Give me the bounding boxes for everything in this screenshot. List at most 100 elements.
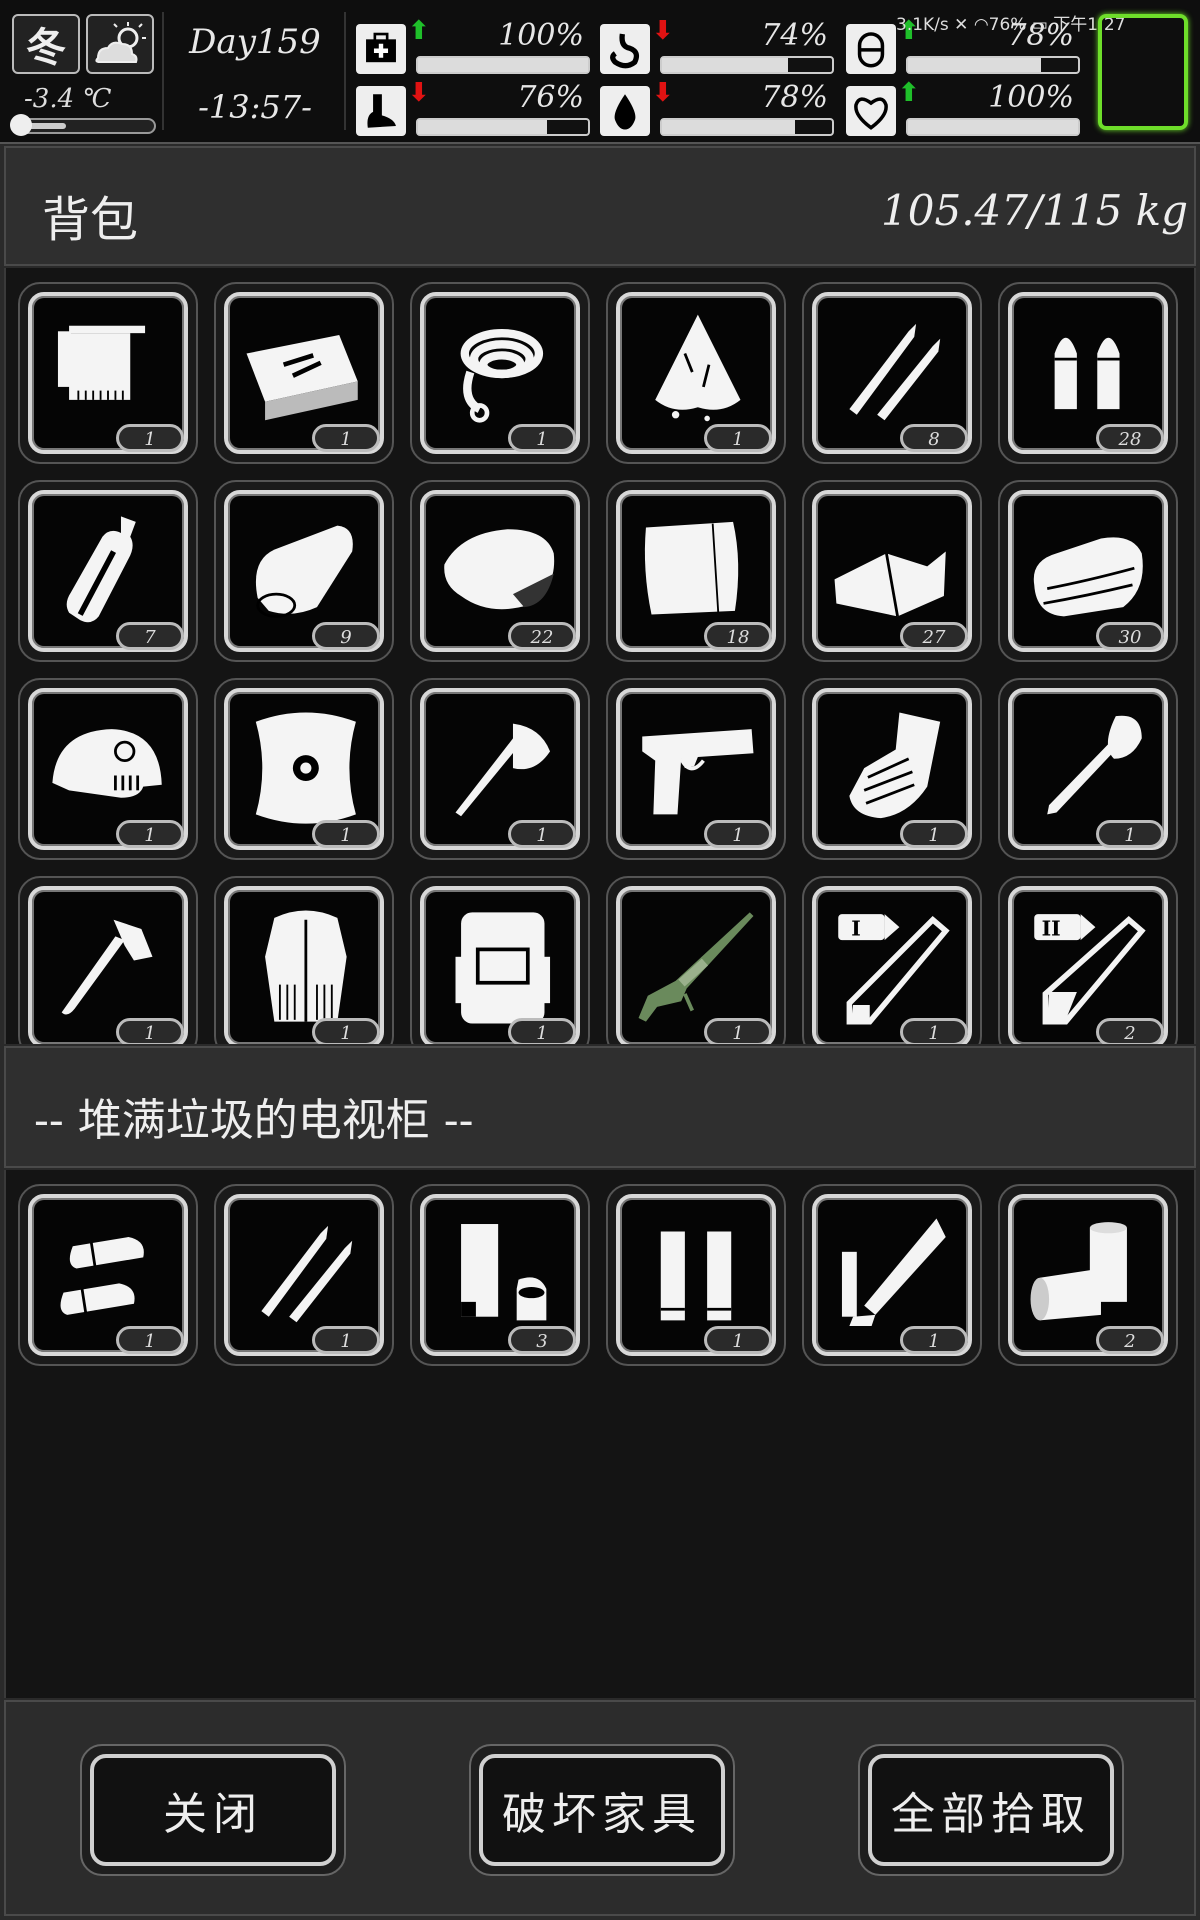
hud-divider <box>344 12 346 130</box>
item-count-badge: 1 <box>900 1326 968 1354</box>
backpack-item-slot[interactable]: 1 <box>214 678 394 860</box>
item-count-badge: 1 <box>704 1326 772 1354</box>
thermometer-icon <box>10 114 32 136</box>
item-count-badge: 1 <box>508 820 576 848</box>
temperature-readout: -3.4 ℃ <box>24 84 112 114</box>
backpack-item-slot[interactable]: 7 <box>18 480 198 662</box>
item-count-badge: 1 <box>704 424 772 452</box>
stat-bar-fill <box>418 120 548 134</box>
backpack-item-slot[interactable]: 1 <box>18 678 198 860</box>
backpack-weight: 105.47/115 kg <box>881 186 1188 235</box>
backpack-item-slot[interactable]: 1 <box>606 876 786 1044</box>
backpack-item-slot[interactable]: 1 <box>410 282 590 464</box>
stat-hunger: ⬇ 74% <box>600 16 840 76</box>
status-hud: 冬 -3.4 ℃ Day159 -13:57- ⬆ 100% ⬇ 74% ⬆ 7… <box>0 0 1200 144</box>
stat-heart: ⬆ 100% <box>846 78 1086 138</box>
trend-down-arrow-icon: ⬇ <box>408 78 430 108</box>
stat-bar <box>416 118 590 136</box>
stat-bar <box>660 56 834 74</box>
container-item-slot[interactable]: 1 <box>214 1184 394 1366</box>
item-count-badge: 2 <box>1096 1326 1164 1354</box>
item-count-badge: 3 <box>508 1326 576 1354</box>
stat-bar-fill <box>418 58 588 72</box>
stat-bar-fill <box>908 58 1041 72</box>
quick-slot-highlight[interactable] <box>1098 14 1188 130</box>
item-count-badge: 1 <box>508 424 576 452</box>
container-item-slot[interactable]: 2 <box>998 1184 1178 1366</box>
item-count-badge: 1 <box>116 1018 184 1044</box>
backpack-item-slot[interactable]: 27 <box>802 480 982 662</box>
container-item-slot[interactable]: 1 <box>606 1184 786 1366</box>
item-count-badge: 1 <box>116 820 184 848</box>
destroy-furniture-button[interactable]: 破坏家具 <box>469 1744 735 1876</box>
weather-cloudy-sun-icon <box>86 14 154 74</box>
backpack-title: 背包 <box>42 192 139 248</box>
container-grid: 1 1 3 1 1 2 <box>4 1170 1196 1698</box>
stat-health: ⬆ 100% <box>356 16 596 76</box>
item-count-badge: 1 <box>312 1018 380 1044</box>
day-counter: Day159 <box>189 22 321 62</box>
hud-divider <box>162 12 164 130</box>
backpack-item-slot[interactable]: 1 <box>18 282 198 464</box>
item-count-badge: 7 <box>116 622 184 650</box>
water-drop-icon <box>600 86 650 136</box>
stat-thirst: ⬇ 78% <box>600 78 840 138</box>
medkit-icon <box>356 24 406 74</box>
stat-bar-fill <box>662 58 788 72</box>
backpack-item-slot[interactable]: 1 <box>18 876 198 1044</box>
backpack-item-slot[interactable]: 1 <box>998 678 1178 860</box>
item-count-badge: 2 <box>1096 1018 1164 1044</box>
backpack-item-slot[interactable]: 1 <box>606 282 786 464</box>
backpack-item-slot[interactable]: 9 <box>214 480 394 662</box>
item-count-badge: 28 <box>1096 424 1164 452</box>
item-count-badge: 30 <box>1096 622 1164 650</box>
action-bar: 关闭 破坏家具 全部拾取 <box>4 1700 1196 1916</box>
take-all-button[interactable]: 全部拾取 <box>858 1744 1124 1876</box>
item-count-badge: 22 <box>508 622 576 650</box>
destroy-furniture-button-label: 破坏家具 <box>479 1754 725 1866</box>
container-title: -- 堆满垃圾的电视柜 -- <box>34 1095 474 1146</box>
backpack-item-slot[interactable]: 18 <box>606 480 786 662</box>
backpack-item-slot[interactable]: II 2 <box>998 876 1178 1044</box>
foot-icon <box>356 86 406 136</box>
close-button[interactable]: 关闭 <box>80 1744 346 1876</box>
backpack-item-slot[interactable]: 8 <box>802 282 982 464</box>
item-count-badge: 9 <box>312 622 380 650</box>
temperature-bar <box>10 114 156 136</box>
backpack-item-slot[interactable]: 28 <box>998 282 1178 464</box>
backpack-item-slot[interactable]: 1 <box>410 678 590 860</box>
take-all-button-label: 全部拾取 <box>868 1754 1114 1866</box>
item-count-badge: 1 <box>704 1018 772 1044</box>
container-item-slot[interactable]: 1 <box>802 1184 982 1366</box>
backpack-header: 背包 105.47/115 kg <box>4 146 1196 266</box>
stat-bar <box>416 56 590 74</box>
item-count-badge: 1 <box>116 424 184 452</box>
item-count-badge: 1 <box>900 1018 968 1044</box>
backpack-item-slot[interactable]: 1 <box>802 678 982 860</box>
stat-percent: 74% <box>761 18 828 53</box>
backpack-item-slot[interactable]: 1 <box>606 678 786 860</box>
backpack-item-slot[interactable]: 1 <box>214 876 394 1044</box>
backpack-item-slot[interactable]: 22 <box>410 480 590 662</box>
stat-percent: 100% <box>498 18 584 53</box>
stat-bar <box>906 56 1080 74</box>
backpack-item-slot[interactable]: 30 <box>998 480 1178 662</box>
container-header: -- 堆满垃圾的电视柜 -- <box>4 1046 1196 1168</box>
trend-up-arrow-icon: ⬆ <box>898 78 920 108</box>
container-item-slot[interactable]: 3 <box>410 1184 590 1366</box>
item-count-badge: 18 <box>704 622 772 650</box>
stat-bar <box>906 118 1080 136</box>
item-count-badge: 1 <box>312 1326 380 1354</box>
stat-bar-fill <box>662 120 795 134</box>
item-count-badge: 27 <box>900 622 968 650</box>
backpack-grid: 1 1 1 1 8 28 7 9 22 18 27 30 1 1 1 1 1 1… <box>4 268 1196 1044</box>
stomach-icon <box>600 24 650 74</box>
backpack-item-slot[interactable]: I 1 <box>802 876 982 1044</box>
stat-percent: 76% <box>517 80 584 115</box>
backpack-item-slot[interactable]: 1 <box>214 282 394 464</box>
backpack-item-slot[interactable]: 1 <box>410 876 590 1044</box>
svg-text:II: II <box>1042 916 1061 940</box>
stat-bar-fill <box>908 120 1078 134</box>
item-count-badge: 1 <box>312 820 380 848</box>
container-item-slot[interactable]: 1 <box>18 1184 198 1366</box>
